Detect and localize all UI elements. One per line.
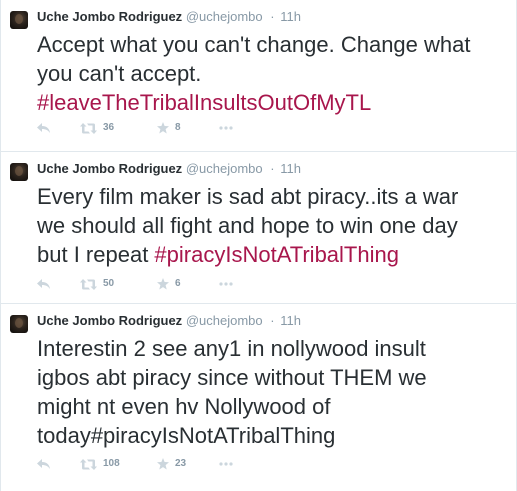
tweet-text-plain: Every film maker is sad abt piracy..its … <box>37 184 459 209</box>
reply-icon <box>37 458 50 470</box>
hashtag-link[interactable]: #piracyIsNotATribalThing <box>154 242 399 267</box>
retweet-button[interactable]: 50 <box>80 276 114 292</box>
avatar[interactable] <box>10 163 28 181</box>
retweet-icon <box>80 278 97 290</box>
star-icon <box>157 122 169 134</box>
reply-button[interactable] <box>37 456 50 472</box>
separator-dot: · <box>270 9 275 24</box>
tweet-text-line: but I repeat #piracyIsNotATribalThing <box>37 240 513 269</box>
star-icon <box>157 458 169 470</box>
retweet-button[interactable]: 108 <box>80 456 120 472</box>
tweet-text-plain: igbos abt piracy since without THEM we <box>37 365 427 390</box>
more-icon <box>219 126 233 130</box>
tweet-text-plain: but I repeat <box>37 242 155 267</box>
favorite-button[interactable]: 6 <box>157 276 181 292</box>
more-button[interactable] <box>219 276 233 292</box>
tweet-text: Interestin 2 see any1 in nollywood insul… <box>37 334 513 450</box>
tweet-text-plain: we should all fight and hope to win one … <box>37 213 458 238</box>
tweet-text-line: might nt even hv Nollywood of <box>37 392 513 421</box>
tweet-timestamp[interactable]: 11h <box>280 161 301 176</box>
tweet-timestamp[interactable]: 11h <box>280 313 301 328</box>
separator-dot: · <box>270 313 275 328</box>
favorite-count: 23 <box>175 458 187 469</box>
tweet-text-line: igbos abt piracy since without THEM we <box>37 363 513 392</box>
tweet[interactable]: Uche Jombo Rodriguez @uchejombo · 11h Ac… <box>1 0 516 152</box>
retweet-count: 50 <box>103 278 115 289</box>
author-name[interactable]: Uche Jombo Rodriguez <box>37 161 182 176</box>
favorite-count: 6 <box>175 278 181 289</box>
tweet[interactable]: Uche Jombo Rodriguez @uchejombo · 11h Ev… <box>1 152 516 304</box>
tweet-text-plain: might nt even hv Nollywood of <box>37 394 331 419</box>
tweet[interactable]: Uche Jombo Rodriguez @uchejombo · 11h In… <box>1 304 516 491</box>
more-button[interactable] <box>219 456 233 472</box>
favorite-button[interactable]: 8 <box>157 120 181 136</box>
retweet-icon <box>80 122 97 134</box>
tweet-text-line: you can't accept. <box>37 59 513 88</box>
star-icon <box>157 278 169 290</box>
retweet-icon <box>80 458 97 470</box>
reply-icon <box>37 122 50 134</box>
tweet-text: Accept what you can't change. Change wha… <box>37 30 513 117</box>
reply-button[interactable] <box>37 276 50 292</box>
tweet-text-line: Accept what you can't change. Change wha… <box>37 30 513 59</box>
author-handle[interactable]: @uchejombo <box>186 161 263 176</box>
tweet-text-line: #leaveTheTribalInsultsOutOfMyTL <box>37 88 513 117</box>
author-handle[interactable]: @uchejombo <box>186 9 263 24</box>
tweet-text-line: Every film maker is sad abt piracy..its … <box>37 182 513 211</box>
more-icon <box>219 462 233 466</box>
tweet-header: Uche Jombo Rodriguez @uchejombo · 11h <box>37 8 301 26</box>
tweet-text-line: we should all fight and hope to win one … <box>37 211 513 240</box>
avatar[interactable] <box>10 315 28 333</box>
tweet-header: Uche Jombo Rodriguez @uchejombo · 11h <box>37 160 301 178</box>
retweet-count: 36 <box>103 122 115 133</box>
separator-dot: · <box>270 161 275 176</box>
tweet-header: Uche Jombo Rodriguez @uchejombo · 11h <box>37 312 301 330</box>
retweet-count: 108 <box>103 458 120 469</box>
favorite-count: 8 <box>175 122 181 133</box>
tweet-text-plain: today#piracyIsNotATribalThing <box>37 423 336 448</box>
tweet-text-plain: Accept what you can't change. Change wha… <box>37 32 471 57</box>
tweet-text-plain: Interestin 2 see any1 in nollywood insul… <box>37 336 426 361</box>
author-handle[interactable]: @uchejombo <box>186 313 263 328</box>
tweet-text-line: Interestin 2 see any1 in nollywood insul… <box>37 334 513 363</box>
reply-icon <box>37 278 50 290</box>
tweet-text-plain: you can't accept. <box>37 61 202 86</box>
favorite-button[interactable]: 23 <box>157 456 186 472</box>
author-name[interactable]: Uche Jombo Rodriguez <box>37 9 182 24</box>
tweet-text-line: today#piracyIsNotATribalThing <box>37 421 513 450</box>
more-icon <box>219 282 233 286</box>
more-button[interactable] <box>219 120 233 136</box>
tweet-text: Every film maker is sad abt piracy..its … <box>37 182 513 269</box>
hashtag-link[interactable]: #leaveTheTribalInsultsOutOfMyTL <box>37 90 371 115</box>
retweet-button[interactable]: 36 <box>80 120 114 136</box>
avatar[interactable] <box>10 11 28 29</box>
author-name[interactable]: Uche Jombo Rodriguez <box>37 313 182 328</box>
tweet-timestamp[interactable]: 11h <box>280 9 301 24</box>
tweet-timeline: Uche Jombo Rodriguez @uchejombo · 11h Ac… <box>0 0 517 491</box>
reply-button[interactable] <box>37 120 50 136</box>
